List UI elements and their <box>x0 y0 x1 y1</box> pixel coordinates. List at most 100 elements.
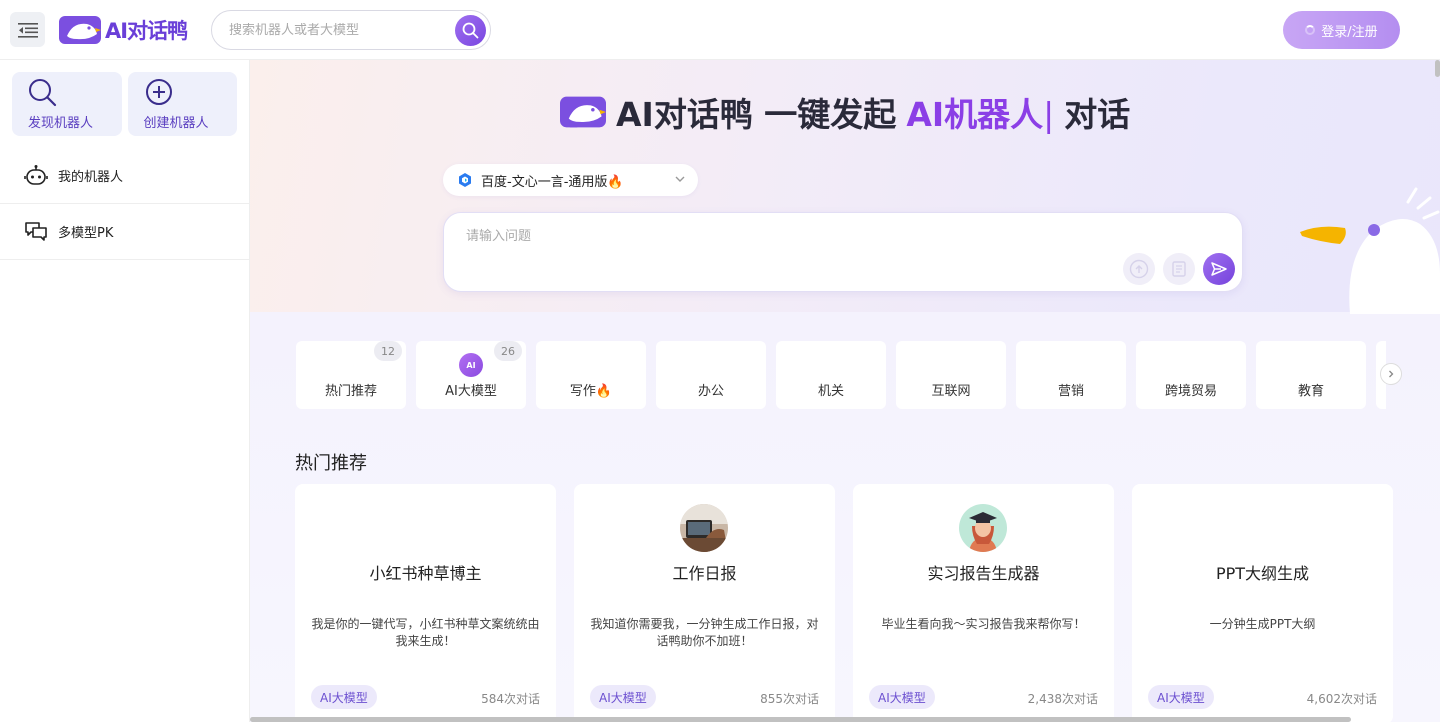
logo[interactable]: AI对话鸭 <box>59 14 188 46</box>
sidebar-item-my-robots[interactable]: 我的机器人 <box>0 148 249 204</box>
category-next-button[interactable] <box>1380 363 1402 385</box>
bot-card[interactable]: 工作日报 我知道你需要我，一分钟生成工作日报，对话鸭助你不加班！ AI大模型 8… <box>574 484 835 722</box>
category-label: 教育 <box>1297 384 1324 399</box>
chevron-down-icon <box>675 176 685 182</box>
category-tab[interactable]: 互联网 <box>896 341 1006 409</box>
sidebar-nav: 我的机器人 多模型PK <box>0 148 249 260</box>
bot-card-title: PPT大纲生成 <box>1215 564 1310 583</box>
create-robot-label: 创建机器人 <box>143 115 209 131</box>
duck-mascot-illustration <box>1300 187 1440 314</box>
graduate-avatar-icon <box>959 504 1007 552</box>
category-tab[interactable]: 跨境贸易 <box>1136 341 1246 409</box>
bot-card-list: 小红书种草博主 我是你的一键代写，小红书种草文案统统由我来生成！ AI大模型 5… <box>295 484 1393 722</box>
discover-robots-label: 发现机器人 <box>28 115 94 131</box>
bot-card[interactable]: 实习报告生成器 毕业生看向我～实习报告我来帮你写！ AI大模型 2,438次对话 <box>853 484 1114 722</box>
upload-button[interactable] <box>1123 253 1155 285</box>
chat-input-box <box>443 212 1243 292</box>
bot-card-chat-count: 4,602次对话 <box>1306 692 1377 706</box>
bot-card-title: 工作日报 <box>672 564 737 583</box>
cloud-upload-icon <box>1129 259 1149 279</box>
send-icon <box>1211 262 1227 276</box>
category-label: 写作🔥 <box>569 384 613 399</box>
category-label: 营销 <box>1057 384 1084 399</box>
menu-toggle-button[interactable] <box>10 12 45 47</box>
category-tab[interactable]: 营销 <box>1016 341 1126 409</box>
main-content: AI对话鸭 一键发起 AI机器人| 对话 百度-文心一言-通用版🔥 请输入问题 … <box>250 60 1440 722</box>
category-label: 机关 <box>817 384 844 399</box>
hero-title-accent: AI机器人 <box>906 95 1044 134</box>
create-robot-button[interactable]: 创建机器人 <box>127 72 237 136</box>
bot-card-chat-count: 855次对话 <box>760 692 819 706</box>
bot-card[interactable]: PPT大纲生成 一分钟生成PPT大纲 AI大模型 4,602次对话 <box>1132 484 1393 722</box>
bot-card-description: 我知道你需要我，一分钟生成工作日报，对话鸭助你不加班！ <box>590 617 819 648</box>
search-input[interactable] <box>229 22 449 38</box>
document-icon <box>1172 261 1186 277</box>
send-button[interactable] <box>1203 253 1235 285</box>
hero-title-cursor: | <box>1043 95 1055 134</box>
ai-badge-icon: AI <box>459 353 483 377</box>
category-label: AI大模型 <box>445 384 497 399</box>
bot-card-title: 实习报告生成器 <box>927 564 1040 583</box>
category-label: 互联网 <box>931 384 971 399</box>
hero-title-prefix: AI对话鸭 一键发起 <box>616 95 897 134</box>
bot-card-tag: AI大模型 <box>590 685 656 709</box>
sidebar-item-label: 我的机器人 <box>58 170 124 185</box>
category-tab[interactable]: 26 AI AI大模型 <box>416 341 526 409</box>
bot-card-tag: AI大模型 <box>311 685 377 709</box>
category-tab[interactable]: 办公 <box>656 341 766 409</box>
horizontal-scrollbar[interactable] <box>250 717 1351 722</box>
search-icon <box>462 22 479 39</box>
bot-card-tag: AI大模型 <box>1148 685 1214 709</box>
vertical-scrollbar[interactable] <box>1435 60 1440 77</box>
section-title: 热门推荐 <box>295 453 367 474</box>
loading-spinner-icon <box>1305 25 1316 35</box>
avatar <box>680 504 728 552</box>
category-tabs: 12 热门推荐 26 AI AI大模型 写作🔥 办公 机关 互联网 营销 跨境贸… <box>296 341 1386 409</box>
wenxin-model-icon <box>459 173 471 187</box>
bot-card-description: 我是你的一键代写，小红书种草文案统统由我来生成！ <box>311 617 540 648</box>
category-label: 办公 <box>697 384 724 399</box>
duck-logo-icon <box>59 16 101 44</box>
category-label: 热门推荐 <box>324 384 377 399</box>
sidebar-actions: 发现机器人 创建机器人 <box>0 60 249 136</box>
sidebar-item-label: 多模型PK <box>58 226 114 241</box>
bot-card-chat-count: 2,438次对话 <box>1027 692 1098 706</box>
workdesk-avatar-icon <box>680 504 728 552</box>
duck-logo-icon <box>560 96 606 128</box>
bot-card-description: 一分钟生成PPT大纲 <box>1209 617 1316 631</box>
question-input[interactable] <box>466 225 1106 265</box>
bot-card-description: 毕业生看向我～实习报告我来帮你写！ <box>881 617 1086 631</box>
search-icon <box>29 78 57 106</box>
menu-collapse-icon <box>17 22 38 38</box>
category-count-badge: 26 <box>494 341 522 361</box>
bot-card-chat-count: 584次对话 <box>481 692 540 706</box>
model-select-value: 百度-文心一言-通用版🔥 <box>481 174 624 190</box>
sidebar: 发现机器人 创建机器人 我的机器人 多模型PK <box>0 60 250 722</box>
chevron-right-icon <box>1389 370 1394 378</box>
top-bar: AI对话鸭 登录/注册 <box>0 0 1440 60</box>
hero-title-suffix: 对话 <box>1064 95 1131 134</box>
hero-title: AI对话鸭 一键发起 AI机器人| 对话 <box>560 88 1130 136</box>
category-tab[interactable]: 12 热门推荐 <box>296 341 406 409</box>
plus-circle-icon <box>145 78 172 105</box>
search-box <box>211 10 491 50</box>
login-register-label: 登录/注册 <box>1321 24 1378 40</box>
chat-bubbles-icon <box>25 221 47 241</box>
avatar <box>959 504 1007 552</box>
login-register-button[interactable]: 登录/注册 <box>1283 11 1400 49</box>
category-label: 跨境贸易 <box>1164 384 1217 399</box>
category-tab[interactable]: 机关 <box>776 341 886 409</box>
file-button[interactable] <box>1163 253 1195 285</box>
bot-card-title: 小红书种草博主 <box>369 564 482 583</box>
logo-text: AI对话鸭 <box>105 19 188 43</box>
robot-icon <box>24 164 48 185</box>
category-tab[interactable]: 教育 <box>1256 341 1366 409</box>
model-select[interactable]: 百度-文心一言-通用版🔥 <box>443 164 698 196</box>
category-tab[interactable]: 写作🔥 <box>536 341 646 409</box>
bot-card[interactable]: 小红书种草博主 我是你的一键代写，小红书种草文案统统由我来生成！ AI大模型 5… <box>295 484 556 722</box>
category-count-badge: 12 <box>374 341 402 361</box>
bot-card-tag: AI大模型 <box>869 685 935 709</box>
search-button[interactable] <box>455 15 486 46</box>
discover-robots-button[interactable]: 发现机器人 <box>12 72 122 136</box>
sidebar-item-multi-model-pk[interactable]: 多模型PK <box>0 204 249 260</box>
